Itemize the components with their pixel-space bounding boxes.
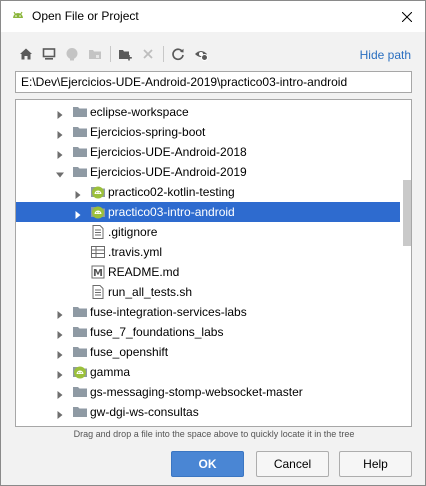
tree-row[interactable]: practico03-intro-android — [16, 202, 400, 222]
toolbar-separator — [110, 46, 111, 62]
android-studio-icon — [10, 9, 26, 25]
delete-button[interactable] — [137, 44, 159, 64]
project-icon — [66, 48, 78, 61]
open-file-dialog: Open File or Project Hide path E:\Dev\Ej… — [0, 0, 426, 486]
folder-icon — [72, 344, 88, 360]
close-icon — [402, 11, 412, 22]
tree-row[interactable]: M README.md — [16, 262, 400, 282]
desktop-icon — [42, 48, 56, 60]
tree-row-label: gs-messaging-stomp-websocket-master — [90, 385, 303, 399]
expand-arrow-icon[interactable] — [74, 208, 82, 219]
tree-row-label: .gitignore — [108, 225, 158, 239]
folder-icon — [72, 384, 88, 400]
file-tree[interactable]: gw-dgi-ws-consultas gs-messaging-stomp-we… — [15, 99, 412, 427]
tree-row[interactable]: fuse_openshift — [16, 342, 400, 362]
tree-row[interactable]: .gitignore — [16, 222, 400, 242]
project-button[interactable] — [61, 44, 83, 64]
svg-text:M: M — [93, 268, 103, 279]
tree-row[interactable]: gs-messaging-stomp-websocket-master — [16, 382, 400, 402]
desktop-button[interactable] — [38, 44, 60, 64]
expand-arrow-icon[interactable] — [56, 148, 64, 159]
folder-icon — [72, 404, 88, 420]
yml-file-icon — [90, 244, 106, 260]
expand-arrow-icon[interactable] — [56, 388, 64, 399]
tree-row[interactable]: .travis.yml — [16, 242, 400, 262]
tree-scrollbar[interactable] — [403, 180, 411, 246]
refresh-icon — [172, 48, 184, 61]
tree-row-label: run_all_tests.sh — [108, 285, 193, 299]
markdown-file-icon: M — [90, 264, 106, 280]
new-folder-button[interactable] — [114, 44, 136, 64]
tree-row-label: Ejercicios-UDE-Android-2018 — [90, 145, 247, 159]
show-hidden-icon — [195, 51, 208, 61]
tree-row-label: .travis.yml — [108, 245, 162, 259]
android-project-icon — [90, 204, 106, 220]
folder-icon — [72, 124, 88, 140]
drag-drop-hint: Drag and drop a file into the space abov… — [73, 429, 355, 439]
expand-arrow-icon[interactable] — [56, 108, 64, 119]
expand-arrow-icon[interactable] — [74, 188, 82, 199]
tree-row[interactable]: fuse_7_foundations_labs — [16, 322, 400, 342]
tree-row-label: fuse_openshift — [90, 345, 169, 359]
home-button[interactable] — [15, 44, 37, 64]
tree-row[interactable]: practico02-kotlin-testing — [16, 182, 400, 202]
home-icon — [20, 48, 32, 60]
expand-arrow-icon[interactable] — [56, 328, 64, 339]
tree-row[interactable]: Ejercicios-UDE-Android-2019 — [16, 162, 400, 182]
module-folder-button[interactable] — [84, 44, 106, 64]
tree-row-label: Ejercicios-UDE-Android-2019 — [90, 165, 247, 179]
tree-row[interactable]: eclipse-workspace — [16, 102, 400, 122]
module-folder-icon — [89, 50, 101, 59]
expand-arrow-icon[interactable] — [56, 348, 64, 359]
folder-icon — [72, 164, 88, 180]
tree-row[interactable]: gw-dgi-ws-consultas — [16, 402, 400, 422]
tree-row-label: gamma — [90, 365, 131, 379]
help-button[interactable]: Help — [339, 451, 412, 477]
expand-arrow-icon[interactable] — [56, 368, 64, 379]
file-icon — [90, 284, 106, 300]
folder-icon — [72, 324, 88, 340]
folder-icon — [72, 104, 88, 120]
tree-row-label: eclipse-workspace — [90, 105, 189, 119]
collapse-arrow-icon[interactable] — [56, 168, 64, 178]
refresh-button[interactable] — [167, 44, 189, 64]
tree-row-label: practico03-intro-android — [108, 205, 235, 219]
title-bar: Open File or Project — [1, 1, 425, 32]
tree-row-label: gw-dgi-ws-consultas — [90, 405, 199, 419]
cancel-button[interactable]: Cancel — [256, 451, 329, 477]
tree-row[interactable]: Ejercicios-UDE-Android-2018 — [16, 142, 400, 162]
delete-icon — [143, 49, 153, 59]
folder-icon — [72, 144, 88, 160]
tree-row[interactable]: fuse-integration-services-labs — [16, 302, 400, 322]
dialog-title: Open File or Project — [32, 9, 139, 23]
toolbar — [15, 44, 213, 64]
android-project-icon — [90, 184, 106, 200]
expand-arrow-icon[interactable] — [56, 308, 64, 319]
tree-row[interactable]: Ejercicios-spring-boot — [16, 122, 400, 142]
tree-row-label: practico02-kotlin-testing — [108, 185, 235, 199]
close-button[interactable] — [391, 1, 423, 32]
file-icon — [90, 224, 106, 240]
android-project-icon — [72, 364, 88, 380]
expand-arrow-icon[interactable] — [56, 128, 64, 139]
tree-row[interactable]: run_all_tests.sh — [16, 282, 400, 302]
toolbar-separator — [163, 46, 164, 62]
ok-button[interactable]: OK — [171, 451, 244, 477]
tree-row-label: README.md — [108, 265, 180, 279]
hide-path-link[interactable]: Hide path — [360, 48, 411, 62]
tree-row-label: fuse_7_foundations_labs — [90, 325, 224, 339]
folder-icon — [72, 304, 88, 320]
tree-row-label: fuse-integration-services-labs — [90, 305, 247, 319]
new-folder-icon — [119, 50, 132, 61]
path-input[interactable]: E:\Dev\Ejercicios-UDE-Android-2019\pract… — [15, 71, 412, 93]
tree-row[interactable]: gamma — [16, 362, 400, 382]
tree-row-label: Ejercicios-spring-boot — [90, 125, 206, 139]
show-hidden-button[interactable] — [190, 44, 212, 64]
expand-arrow-icon[interactable] — [56, 408, 64, 419]
